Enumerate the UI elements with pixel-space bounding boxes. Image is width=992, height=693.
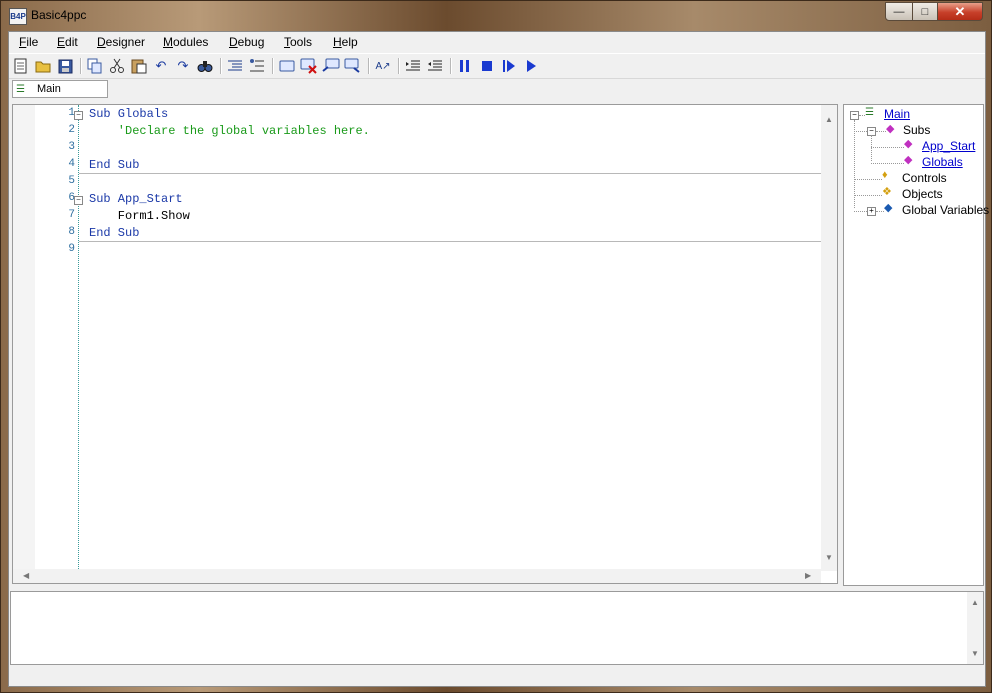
menu-modules[interactable]: Modules [163, 35, 208, 49]
new-file-icon[interactable] [12, 57, 30, 75]
save-icon[interactable] [56, 57, 74, 75]
line-number: 3 [68, 141, 75, 153]
module-tree: − ☰ Main − ◆ Subs ◆ App_Start ◆ Globals … [843, 104, 989, 586]
code-line[interactable]: End Sub [89, 158, 139, 172]
tree-expand-global-variables[interactable]: + [867, 207, 876, 216]
menu-debug[interactable]: Debug [229, 35, 264, 49]
menu-help[interactable]: Help [333, 35, 358, 49]
status-bar [9, 668, 985, 686]
tree-node-globals[interactable]: Globals [922, 155, 963, 169]
global-variables-icon: ◆ [884, 202, 893, 214]
step-icon[interactable] [500, 57, 518, 75]
outline-icon[interactable] [248, 57, 266, 75]
scroll-up-icon[interactable]: ▲ [825, 115, 833, 124]
pause-icon[interactable] [456, 57, 474, 75]
tree-node-global-variables[interactable]: Global Variables [902, 203, 989, 217]
module-icon: ☰ [865, 107, 874, 118]
tree-node-app-start[interactable]: App_Start [922, 139, 975, 153]
run-icon[interactable] [522, 57, 540, 75]
tree-node-controls[interactable]: Controls [902, 171, 947, 185]
line-number: 7 [68, 209, 75, 221]
app-window: B4P Basic4ppc — □ ✕ File Edit Designer M… [0, 0, 992, 693]
tree-node-main[interactable]: Main [884, 107, 910, 121]
line-number: 8 [68, 226, 75, 238]
title-bar[interactable]: B4P Basic4ppc — □ ✕ [1, 1, 991, 31]
code-line[interactable]: Form1.Show [89, 209, 190, 223]
open-folder-icon[interactable] [34, 57, 52, 75]
code-line[interactable]: Sub App_Start [89, 192, 183, 206]
menu-file[interactable]: File [19, 35, 38, 49]
client-area: File Edit Designer Modules Debug Tools H… [8, 31, 989, 687]
code-line[interactable]: Sub Globals [89, 107, 168, 121]
cut-icon[interactable] [108, 57, 126, 75]
redo-icon[interactable]: ↷ [174, 57, 192, 75]
output-panel[interactable]: ▲ ▼ [10, 591, 984, 665]
subs-icon: ◆ [886, 123, 895, 135]
stop-icon[interactable] [478, 57, 496, 75]
line-number: 9 [68, 243, 75, 255]
maximize-button[interactable]: □ [913, 2, 938, 21]
form-icon[interactable] [278, 57, 296, 75]
scroll-down-icon[interactable]: ▼ [971, 649, 979, 658]
scroll-up-icon[interactable]: ▲ [971, 598, 979, 607]
editor-horizontal-scrollbar[interactable]: ◀ ▶ [13, 569, 821, 583]
toolbar: ↶ ↷ A↗ [9, 53, 985, 79]
indent-icon[interactable] [404, 57, 422, 75]
menu-edit[interactable]: Edit [57, 35, 78, 49]
paste-icon[interactable] [130, 57, 148, 75]
controls-icon: ♦ [882, 169, 888, 181]
menu-bar: File Edit Designer Modules Debug Tools H… [9, 32, 985, 52]
maximize-icon: □ [921, 5, 929, 18]
indent-list-icon[interactable] [226, 57, 244, 75]
scroll-down-icon[interactable]: ▼ [825, 553, 833, 562]
comment-icon[interactable] [322, 57, 340, 75]
fold-toggle-app-start[interactable]: − [74, 196, 83, 205]
menu-tools[interactable]: Tools [284, 35, 312, 49]
module-icon: ☰ [16, 84, 25, 95]
line-number: 2 [68, 124, 75, 136]
scroll-right-icon[interactable]: ▶ [805, 571, 811, 580]
code-line[interactable]: 'Declare the global variables here. [89, 124, 370, 138]
code-editor[interactable]: 1 2 3 4 5 6 7 8 9 − − Sub Globals 'Decla… [12, 104, 838, 584]
outdent-icon[interactable] [426, 57, 444, 75]
close-button[interactable]: ✕ [938, 2, 983, 21]
tree-node-subs[interactable]: Subs [903, 123, 930, 137]
sub-icon: ◆ [904, 138, 913, 150]
scroll-left-icon[interactable]: ◀ [23, 571, 29, 580]
sub-separator [79, 173, 821, 174]
line-number: 5 [68, 175, 75, 187]
uncomment-icon[interactable] [344, 57, 362, 75]
sub-icon: ◆ [904, 154, 913, 166]
app-logo-icon: B4P [9, 8, 27, 25]
editor-margin [13, 105, 35, 571]
fold-toggle-globals[interactable]: − [74, 111, 83, 120]
sub-separator [79, 241, 821, 242]
line-number: 4 [68, 158, 75, 170]
copy-icon[interactable] [86, 57, 104, 75]
tab-main[interactable]: ☰ Main [12, 80, 108, 98]
tree-node-objects[interactable]: Objects [902, 187, 943, 201]
line-number: 6 [68, 192, 75, 204]
output-vertical-scrollbar[interactable]: ▲ ▼ [967, 592, 983, 664]
editor-vertical-scrollbar[interactable]: ▲ ▼ [821, 105, 837, 571]
fold-guide [78, 105, 79, 571]
module-tabstrip: ☰ Main [9, 78, 985, 100]
objects-icon: ❖ [882, 186, 892, 198]
minimize-button[interactable]: — [885, 2, 913, 21]
window-title: Basic4ppc [31, 8, 87, 22]
menu-designer[interactable]: Designer [97, 35, 145, 49]
delete-form-icon[interactable] [300, 57, 318, 75]
close-icon: ✕ [954, 3, 966, 19]
tree-collapse-main[interactable]: − [850, 111, 859, 120]
line-number: 1 [68, 107, 75, 119]
tab-main-label: Main [37, 83, 61, 95]
font-size-icon[interactable]: A↗ [374, 57, 392, 75]
minimize-icon: — [893, 5, 905, 18]
code-line[interactable]: End Sub [89, 226, 139, 240]
undo-icon[interactable]: ↶ [152, 57, 170, 75]
find-icon[interactable] [196, 57, 214, 75]
